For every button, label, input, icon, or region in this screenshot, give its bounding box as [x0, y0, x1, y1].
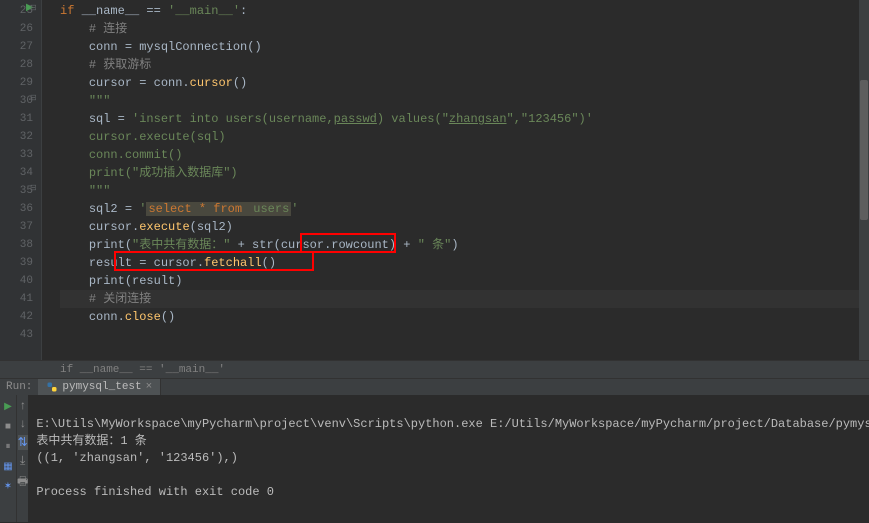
console-output[interactable]: E:\Utils\MyWorkspace\myPycharm\project\v… — [28, 395, 869, 522]
down-icon[interactable]: ↓ — [19, 417, 26, 431]
console-line: E:\Utils\MyWorkspace\myPycharm\project\v… — [36, 417, 869, 431]
line-number: 30 — [0, 92, 33, 110]
scroll-end-icon[interactable]: ⤓ — [20, 454, 25, 468]
comment: # 连接 — [89, 22, 127, 36]
pause-icon[interactable]: ⏸ — [0, 439, 16, 455]
line-number: 33 — [0, 146, 33, 164]
line-number: 36 — [0, 200, 33, 218]
line-number: 34 — [0, 164, 33, 182]
run-tool-window: Run: pymysql_test × ▶ ■ ⏸ ▦ ✶ ↑ ↓ ⇅ ⤓ 🖶 … — [0, 378, 869, 500]
line-number: 40 — [0, 272, 33, 290]
rerun-button[interactable]: ▶ — [0, 399, 16, 415]
line-number: 42 — [0, 308, 33, 326]
run-tab-label: pymysql_test — [62, 381, 141, 393]
line-number: 38 — [0, 236, 33, 254]
python-icon — [46, 381, 58, 393]
line-number: 37 — [0, 218, 33, 236]
close-tab-icon[interactable]: × — [146, 381, 153, 393]
console-line: Process finished with exit code 0 — [36, 485, 274, 499]
breadcrumb[interactable]: if __name__ == '__main__' — [0, 360, 869, 378]
line-number: 41 — [0, 290, 33, 308]
settings-icon[interactable]: ✶ — [0, 479, 16, 495]
run-toolbar-secondary: ↑ ↓ ⇅ ⤓ 🖶 — [16, 395, 28, 522]
console-line: ((1, 'zhangsan', '123456'),) — [36, 451, 238, 465]
editor-area: ▶ 25 26 27 28 29 30 31 32 33 34 35 36 37… — [0, 0, 869, 360]
keyword: if — [60, 4, 74, 18]
line-number: 29 — [0, 74, 33, 92]
line-number: 27 — [0, 38, 33, 56]
comment: # 获取游标 — [89, 58, 151, 72]
console-line: 表中共有数据：1 条 — [36, 434, 146, 448]
run-label: Run: — [0, 381, 38, 393]
line-number: 39 — [0, 254, 33, 272]
line-number: 31 — [0, 110, 33, 128]
print-icon[interactable]: 🖶 — [17, 472, 28, 493]
line-numbers: 25 26 27 28 29 30 31 32 33 34 35 36 37 3… — [0, 0, 41, 344]
line-number: 28 — [0, 56, 33, 74]
gutter: ▶ 25 26 27 28 29 30 31 32 33 34 35 36 37… — [0, 0, 42, 360]
line-number: 35 — [0, 182, 33, 200]
layout-icon[interactable]: ▦ — [0, 459, 16, 475]
run-header: Run: pymysql_test × — [0, 379, 869, 395]
softwrap-icon[interactable]: ⇅ — [18, 435, 28, 450]
fold-icon[interactable]: ⊟ — [30, 3, 37, 13]
run-toolbar-left: ▶ ■ ⏸ ▦ ✶ — [0, 395, 16, 522]
stop-button[interactable]: ■ — [0, 419, 16, 435]
editor-scrollbar[interactable] — [859, 0, 869, 360]
code-area[interactable]: ⊟ ⊟ ⊟ if __name__ == '__main__': # 连接 co… — [42, 0, 869, 360]
up-icon[interactable]: ↑ — [19, 399, 26, 413]
line-number: 26 — [0, 20, 33, 38]
line-number: 32 — [0, 128, 33, 146]
run-tab[interactable]: pymysql_test × — [38, 379, 161, 395]
line-number: 43 — [0, 326, 33, 344]
fold-icon[interactable]: ⊟ — [30, 93, 37, 103]
fold-icon[interactable]: ⊟ — [30, 183, 37, 193]
comment: # 关闭连接 — [89, 292, 151, 306]
